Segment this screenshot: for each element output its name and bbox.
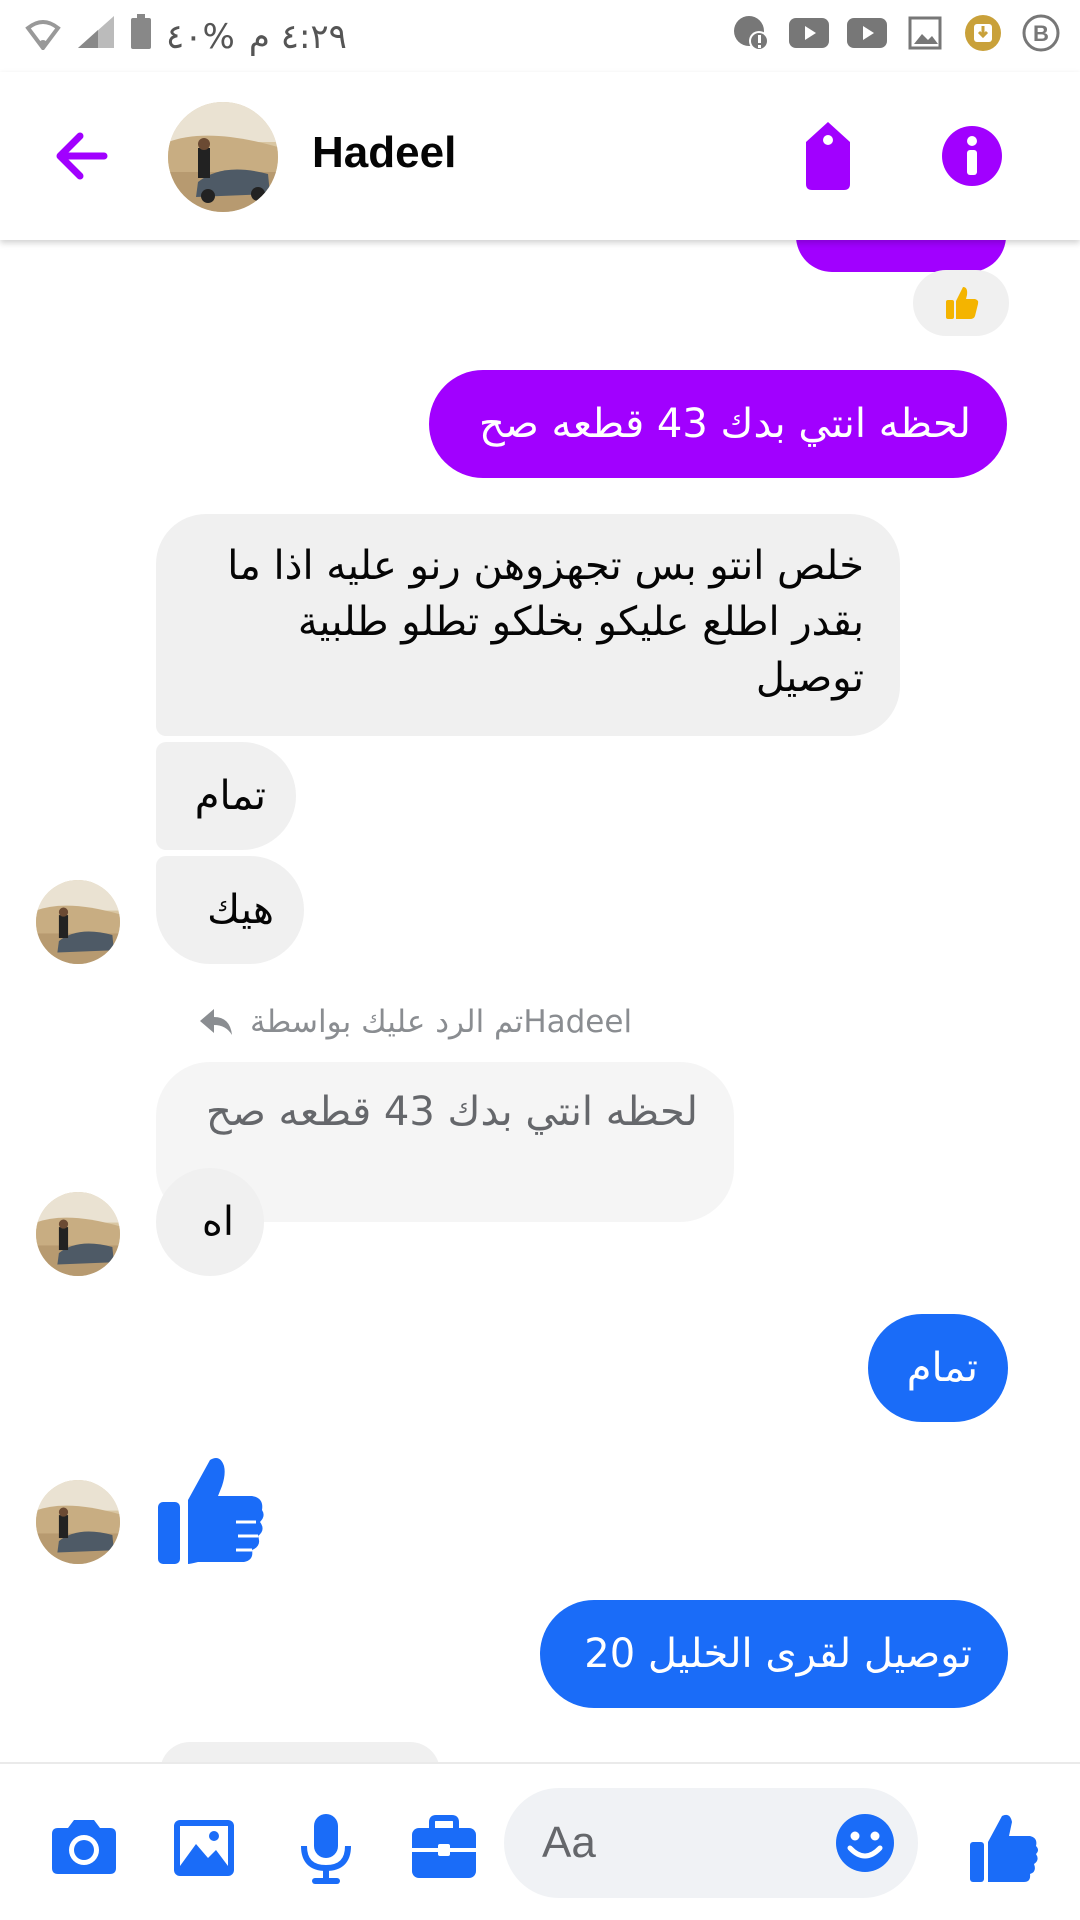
message-bubble-cutoff[interactable] <box>796 240 1006 272</box>
tag-button[interactable] <box>800 120 856 192</box>
back-button[interactable] <box>50 124 114 188</box>
reply-text: Hadeelتم الرد عليك بواسطة <box>250 1004 632 1040</box>
message-bubble-incoming[interactable]: خلص انتو بس تجهزوهن رنو عليه اذا ما بقدر… <box>156 514 900 736</box>
message-bubble-incoming[interactable]: هيك <box>156 856 304 964</box>
gallery-button[interactable] <box>164 1808 244 1888</box>
messenger-chat-screen: ٤:٢٩ م %٤٠ B Hadeel لحظه انتي بدك 43 قطع… <box>0 0 1080 1920</box>
battery-icon <box>130 14 152 59</box>
thumbs-up-emoji-icon <box>946 287 979 319</box>
reply-label: تم الرد عليك بواسطة <box>250 1004 524 1040</box>
contact-name[interactable]: Hadeel <box>312 128 456 178</box>
message-text: توصيل لقرى الخليل 20 <box>584 1631 972 1677</box>
gallery-icon <box>904 12 946 54</box>
chat-header: Hadeel <box>0 72 1080 240</box>
message-line: خلص انتو بس تجهزوهن رنو عليه اذا ما <box>227 543 864 589</box>
camera-button[interactable] <box>44 1808 124 1888</box>
signal-icon <box>76 14 116 59</box>
message-bubble-outgoing[interactable]: توصيل لقرى الخليل 20 <box>540 1600 1008 1708</box>
message-list[interactable]: لحظه انتي بدك 43 قطعه صح خلص انتو بس تجه… <box>0 240 1080 1762</box>
youtube-icon-2 <box>846 12 888 54</box>
microphone-icon <box>301 1814 351 1884</box>
arrow-left-icon <box>56 132 108 180</box>
emoji-button[interactable] <box>834 1812 896 1874</box>
thumbs-up-icon <box>158 1458 264 1564</box>
message-line: بقدر اطلع عليكو بخلكو تطلو طلبية <box>297 599 864 645</box>
camera-icon <box>52 1820 116 1874</box>
sender-avatar[interactable] <box>36 1480 120 1564</box>
message-text: لحظه انتي بدك 43 قطعه صح <box>479 401 971 447</box>
quoted-text: لحظه انتي بدك 43 قطعه صح <box>206 1089 698 1135</box>
clock: ٤:٢٩ م <box>248 16 347 57</box>
reaction-chip[interactable] <box>913 270 1009 336</box>
briefcase-icon <box>412 1815 476 1878</box>
info-button[interactable] <box>940 124 1004 188</box>
message-bubble-cutoff[interactable] <box>160 1742 440 1762</box>
voice-button[interactable] <box>286 1808 366 1888</box>
large-like-sticker[interactable] <box>156 1452 268 1566</box>
message-input[interactable]: Aa <box>504 1788 918 1898</box>
message-text: هيك <box>207 887 274 933</box>
thumbs-up-icon <box>970 1814 1038 1882</box>
tag-icon <box>806 122 850 190</box>
battery-level: %٤٠ <box>166 16 235 57</box>
svg-text:B: B <box>1033 21 1049 46</box>
message-bubble-outgoing[interactable]: لحظه انتي بدك 43 قطعه صح <box>429 370 1007 478</box>
b-circle-icon: B <box>1020 12 1062 54</box>
contact-avatar[interactable] <box>168 102 278 212</box>
sender-avatar[interactable] <box>36 1192 120 1276</box>
message-bubble-incoming[interactable]: تمام <box>156 742 296 850</box>
status-left: ٤:٢٩ م %٤٠ <box>24 14 347 59</box>
reply-arrow-icon <box>200 1009 232 1035</box>
status-bar: ٤:٢٩ م %٤٠ B <box>0 0 1080 72</box>
message-text: اه <box>201 1199 234 1245</box>
reply-name: Hadeel <box>523 1004 633 1040</box>
alert-notification-icon <box>730 12 772 54</box>
info-icon <box>942 126 1002 186</box>
send-like-button[interactable] <box>962 1808 1042 1888</box>
youtube-icon <box>788 12 830 54</box>
message-bubble-outgoing[interactable]: تمام <box>868 1314 1008 1422</box>
sender-avatar[interactable] <box>36 880 120 964</box>
message-input-placeholder: Aa <box>542 1818 596 1867</box>
message-text: تمام <box>906 1345 978 1391</box>
message-composer: Aa <box>0 1762 1080 1920</box>
reply-caption: Hadeelتم الرد عليك بواسطة <box>196 1000 632 1044</box>
status-right: B <box>730 12 1062 54</box>
download-icon <box>962 12 1004 54</box>
emoji-icon <box>836 1814 894 1872</box>
message-bubble-incoming[interactable]: اه <box>156 1168 264 1276</box>
image-icon <box>174 1820 234 1876</box>
message-line: توصيل <box>755 655 864 701</box>
wifi-icon <box>24 14 62 59</box>
message-text: تمام <box>194 773 266 819</box>
business-tools-button[interactable] <box>404 1808 484 1888</box>
